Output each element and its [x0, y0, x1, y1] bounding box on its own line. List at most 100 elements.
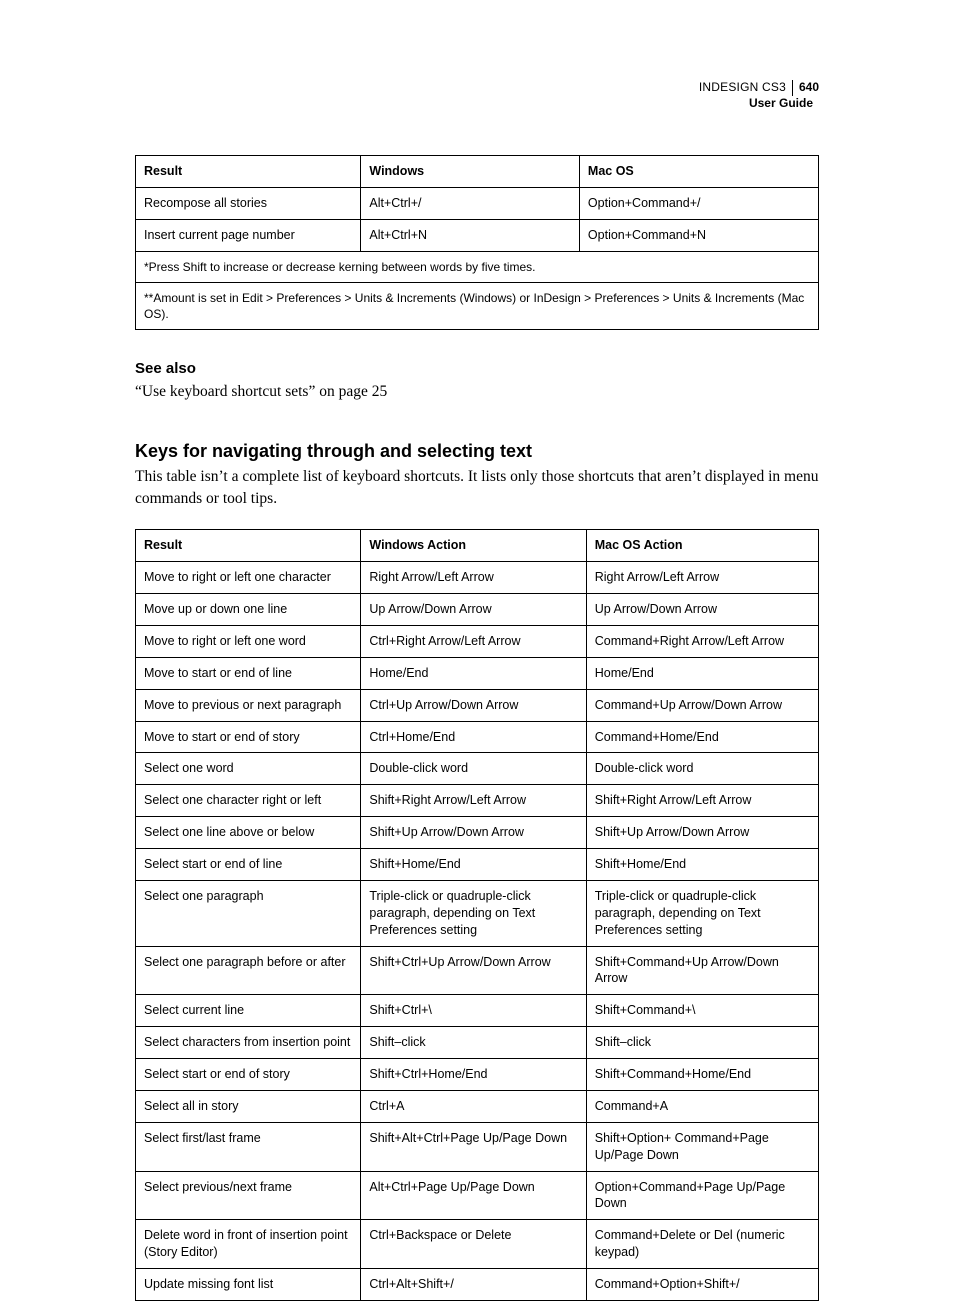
cell-mac: Shift+Home/End	[586, 849, 818, 881]
cell-windows: Home/End	[361, 657, 586, 689]
cell-mac: Shift+Right Arrow/Left Arrow	[586, 785, 818, 817]
see-also-link[interactable]: “Use keyboard shortcut sets” on page 25	[135, 381, 819, 403]
page-number: 640	[792, 80, 819, 96]
running-header: INDESIGN CS3 640 User Guide	[699, 80, 819, 111]
cell-mac: Command+Up Arrow/Down Arrow	[586, 689, 818, 721]
table-row: Move to right or left one characterRight…	[136, 562, 819, 594]
footnote-text: *Press Shift to increase or decrease ker…	[136, 251, 819, 282]
table-row: Move to start or end of lineHome/EndHome…	[136, 657, 819, 689]
cell-windows: Ctrl+Backspace or Delete	[361, 1220, 586, 1269]
cell-mac: Triple-click or quadruple-click paragrap…	[586, 880, 818, 946]
table-row: Move up or down one lineUp Arrow/Down Ar…	[136, 594, 819, 626]
cell-mac: Double-click word	[586, 753, 818, 785]
cell-result: Move to start or end of story	[136, 721, 361, 753]
cell-mac: Option+Command+Page Up/Page Down	[586, 1171, 818, 1220]
cell-result: Insert current page number	[136, 219, 361, 251]
page: INDESIGN CS3 640 User Guide Result Windo…	[0, 0, 954, 1235]
cell-result: Delete word in front of insertion point …	[136, 1220, 361, 1269]
col-result: Result	[136, 530, 361, 562]
cell-windows: Shift+Right Arrow/Left Arrow	[361, 785, 586, 817]
cell-result: Select current line	[136, 995, 361, 1027]
shortcuts-table-2: Result Windows Action Mac OS Action Move…	[135, 529, 819, 1301]
cell-windows: Shift+Home/End	[361, 849, 586, 881]
cell-mac: Up Arrow/Down Arrow	[586, 594, 818, 626]
cell-result: Select first/last frame	[136, 1122, 361, 1171]
table-row: Select one paragraph before or afterShif…	[136, 946, 819, 995]
cell-result: Select one line above or below	[136, 817, 361, 849]
cell-result: Update missing font list	[136, 1269, 361, 1301]
cell-mac: Shift+Option+ Command+Page Up/Page Down	[586, 1122, 818, 1171]
cell-result: Move to right or left one word	[136, 625, 361, 657]
cell-windows: Shift+Ctrl+Up Arrow/Down Arrow	[361, 946, 586, 995]
cell-windows: Double-click word	[361, 753, 586, 785]
cell-result: Select characters from insertion point	[136, 1027, 361, 1059]
table-row: Select previous/next frameAlt+Ctrl+Page …	[136, 1171, 819, 1220]
cell-windows: Alt+Ctrl+/	[361, 187, 580, 219]
cell-result: Select all in story	[136, 1090, 361, 1122]
cell-windows: Right Arrow/Left Arrow	[361, 562, 586, 594]
cell-mac: Shift+Command+Home/End	[586, 1059, 818, 1091]
cell-mac: Shift+Command+\	[586, 995, 818, 1027]
table-row: Select one wordDouble-click wordDouble-c…	[136, 753, 819, 785]
cell-windows: Ctrl+Right Arrow/Left Arrow	[361, 625, 586, 657]
table-row: Delete word in front of insertion point …	[136, 1220, 819, 1269]
table-row: Insert current page number Alt+Ctrl+N Op…	[136, 219, 819, 251]
col-windows: Windows	[361, 156, 580, 188]
cell-windows: Shift+Alt+Ctrl+Page Up/Page Down	[361, 1122, 586, 1171]
cell-windows: Ctrl+Home/End	[361, 721, 586, 753]
cell-result: Move to right or left one character	[136, 562, 361, 594]
col-result: Result	[136, 156, 361, 188]
table-row: Select one character right or leftShift+…	[136, 785, 819, 817]
shortcuts-table-1: Result Windows Mac OS Recompose all stor…	[135, 155, 819, 330]
table-row: Select one line above or belowShift+Up A…	[136, 817, 819, 849]
col-mac: Mac OS Action	[586, 530, 818, 562]
section-heading: Keys for navigating through and selectin…	[135, 441, 819, 462]
cell-mac: Shift–click	[586, 1027, 818, 1059]
table-row: Recompose all stories Alt+Ctrl+/ Option+…	[136, 187, 819, 219]
cell-result: Select one paragraph before or after	[136, 946, 361, 995]
table-row: Update missing font listCtrl+Alt+Shift+/…	[136, 1269, 819, 1301]
cell-result: Select one word	[136, 753, 361, 785]
cell-result: Move up or down one line	[136, 594, 361, 626]
cell-windows: Triple-click or quadruple-click paragrap…	[361, 880, 586, 946]
cell-mac: Command+Option+Shift+/	[586, 1269, 818, 1301]
see-also-heading: See also	[135, 360, 819, 377]
cell-result: Move to previous or next paragraph	[136, 689, 361, 721]
table-row: Select current lineShift+Ctrl+\Shift+Com…	[136, 995, 819, 1027]
table-row: Select start or end of lineShift+Home/En…	[136, 849, 819, 881]
table-row: Select first/last frameShift+Alt+Ctrl+Pa…	[136, 1122, 819, 1171]
table-row: Move to right or left one wordCtrl+Right…	[136, 625, 819, 657]
cell-mac: Right Arrow/Left Arrow	[586, 562, 818, 594]
cell-mac: Command+Delete or Del (numeric keypad)	[586, 1220, 818, 1269]
cell-mac: Option+Command+N	[579, 219, 818, 251]
cell-result: Recompose all stories	[136, 187, 361, 219]
cell-windows: Shift–click	[361, 1027, 586, 1059]
cell-mac: Shift+Command+Up Arrow/Down Arrow	[586, 946, 818, 995]
cell-windows: Shift+Ctrl+Home/End	[361, 1059, 586, 1091]
table-row: Select one paragraphTriple-click or quad…	[136, 880, 819, 946]
table-row: Select all in storyCtrl+ACommand+A	[136, 1090, 819, 1122]
cell-windows: Alt+Ctrl+Page Up/Page Down	[361, 1171, 586, 1220]
cell-windows: Up Arrow/Down Arrow	[361, 594, 586, 626]
section-intro: This table isn’t a complete list of keyb…	[135, 466, 819, 509]
table-header-row: Result Windows Mac OS	[136, 156, 819, 188]
cell-windows: Alt+Ctrl+N	[361, 219, 580, 251]
table-row: Move to start or end of storyCtrl+Home/E…	[136, 721, 819, 753]
cell-result: Select one character right or left	[136, 785, 361, 817]
cell-mac: Option+Command+/	[579, 187, 818, 219]
table-row: Select characters from insertion pointSh…	[136, 1027, 819, 1059]
table-footnote: **Amount is set in Edit > Preferences > …	[136, 282, 819, 329]
table-header-row: Result Windows Action Mac OS Action	[136, 530, 819, 562]
cell-windows: Shift+Up Arrow/Down Arrow	[361, 817, 586, 849]
cell-result: Select one paragraph	[136, 880, 361, 946]
cell-windows: Ctrl+Alt+Shift+/	[361, 1269, 586, 1301]
cell-result: Select start or end of story	[136, 1059, 361, 1091]
cell-windows: Ctrl+A	[361, 1090, 586, 1122]
cell-result: Select previous/next frame	[136, 1171, 361, 1220]
cell-mac: Shift+Up Arrow/Down Arrow	[586, 817, 818, 849]
cell-mac: Home/End	[586, 657, 818, 689]
guide-label: User Guide	[699, 96, 819, 112]
page-content: Result Windows Mac OS Recompose all stor…	[135, 155, 819, 1301]
cell-result: Move to start or end of line	[136, 657, 361, 689]
cell-mac: Command+Home/End	[586, 721, 818, 753]
